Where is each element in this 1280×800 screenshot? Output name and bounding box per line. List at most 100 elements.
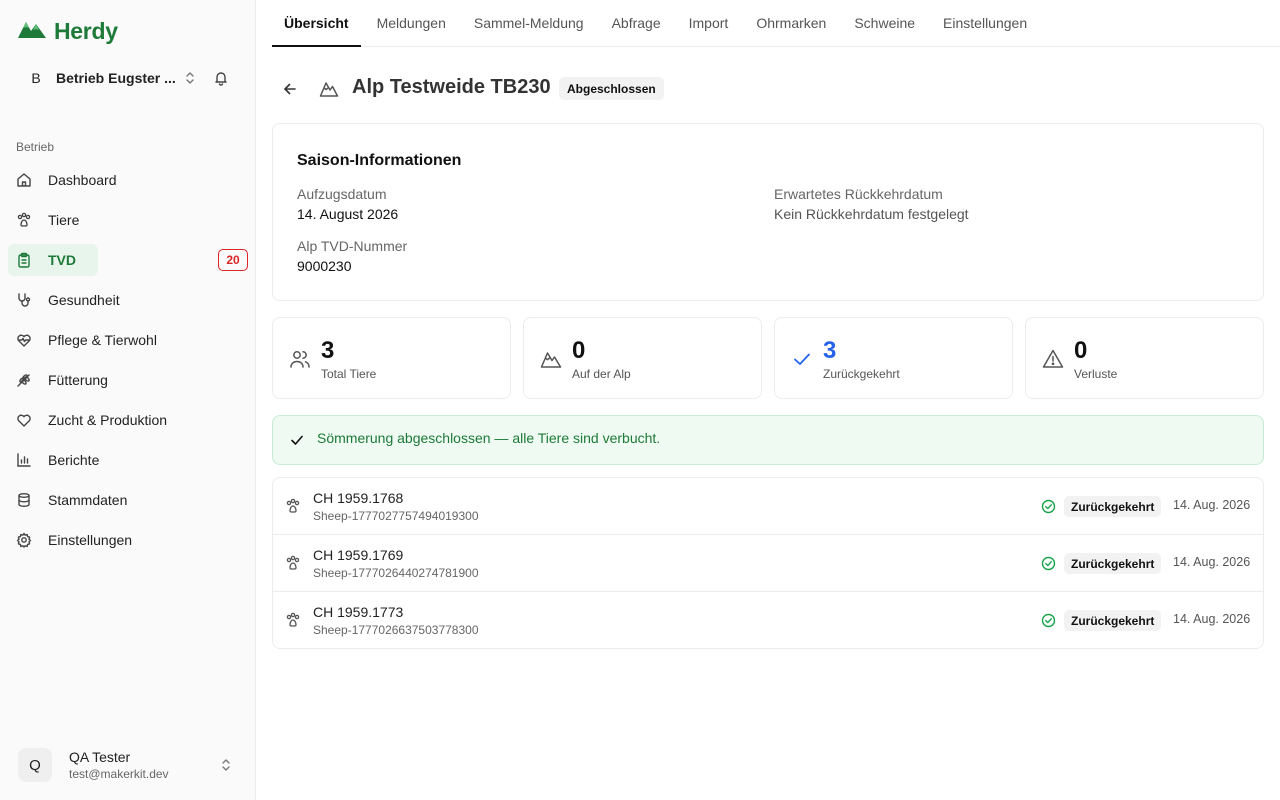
return-date: 14. Aug. 2026 xyxy=(1173,498,1251,512)
check-icon xyxy=(791,348,813,375)
tenant-switcher[interactable]: B Betrieb Eugster ... xyxy=(24,64,240,92)
stat-card-losses: 0 Verluste xyxy=(1025,317,1264,399)
sidebar-item-berichte[interactable]: Berichte xyxy=(8,440,252,480)
paw-icon xyxy=(16,212,32,228)
list-item[interactable]: CH 1959.1769 Sheep-1777026440274781900 Z… xyxy=(273,535,1263,592)
season-info-card: Saison-Informationen Aufzugsdatum 14. Au… xyxy=(272,123,1264,301)
sidebar-item-gesundheit[interactable]: Gesundheit xyxy=(8,280,252,320)
animal-sub-id: Sheep-1777027757494019300 xyxy=(313,509,479,523)
animal-sub-id: Sheep-1777026440274781900 xyxy=(313,566,479,580)
tab-uebersicht[interactable]: Übersicht xyxy=(272,0,361,47)
tab-abfrage[interactable]: Abfrage xyxy=(600,0,673,46)
sidebar-item-label: Berichte xyxy=(48,452,100,468)
check-circle-icon xyxy=(1041,499,1056,519)
ascent-date-label: Aufzugsdatum xyxy=(297,186,387,202)
check-circle-icon xyxy=(1041,556,1056,576)
list-item[interactable]: CH 1959.1768 Sheep-1777027757494019300 Z… xyxy=(273,478,1263,535)
completion-alert: Sömmerung abgeschlossen — alle Tiere sin… xyxy=(272,415,1264,465)
stat-label: Total Tiere xyxy=(321,367,377,381)
status-badge: Zurückgekehrt xyxy=(1064,610,1162,631)
tab-ohrmarken[interactable]: Ohrmarken xyxy=(744,0,838,46)
return-date: 14. Aug. 2026 xyxy=(1173,612,1251,626)
return-date-label: Erwartetes Rückkehrdatum xyxy=(774,186,943,202)
heart-pulse-icon xyxy=(16,332,32,348)
home-icon xyxy=(16,172,32,188)
tab-sammel-meldung[interactable]: Sammel-Meldung xyxy=(462,0,596,46)
user-name: QA Tester xyxy=(69,749,131,765)
heart-icon xyxy=(16,412,32,428)
stat-value: 3 xyxy=(321,337,335,364)
sidebar-item-stammdaten[interactable]: Stammdaten xyxy=(8,480,252,520)
check-circle-icon xyxy=(1041,613,1056,633)
warning-icon xyxy=(1042,348,1064,375)
animal-list: CH 1959.1768 Sheep-1777027757494019300 Z… xyxy=(272,477,1264,649)
sidebar-item-pflege[interactable]: Pflege & Tierwohl xyxy=(8,320,252,360)
sidebar-item-label: Dashboard xyxy=(48,172,117,188)
mountain-icon xyxy=(540,348,562,375)
user-menu[interactable]: Q QA Tester test@makerkit.dev xyxy=(18,746,246,784)
stat-label: Zurückgekehrt xyxy=(823,367,900,381)
clipboard-icon xyxy=(16,252,32,268)
mountain-icon xyxy=(319,79,339,104)
back-arrow-icon[interactable] xyxy=(280,79,300,99)
animal-id: CH 1959.1773 xyxy=(313,604,404,620)
stat-label: Auf der Alp xyxy=(572,367,631,381)
list-item[interactable]: CH 1959.1773 Sheep-1777026637503778300 Z… xyxy=(273,592,1263,648)
tab-import[interactable]: Import xyxy=(677,0,741,46)
app-logo[interactable]: Herdy xyxy=(18,18,118,45)
sidebar: Herdy B Betrieb Eugster ... Betrieb Dash… xyxy=(0,0,256,800)
tenant-avatar: B xyxy=(31,70,41,86)
sidebar-item-label: Fütterung xyxy=(48,372,108,388)
return-date: 14. Aug. 2026 xyxy=(1173,555,1251,569)
gear-icon xyxy=(16,532,32,548)
sidebar-item-fuetterung[interactable]: Fütterung xyxy=(8,360,252,400)
chevrons-up-down-icon xyxy=(184,70,196,91)
tvd-number-label: Alp TVD-Nummer xyxy=(297,238,408,254)
stat-value: 0 xyxy=(572,337,586,364)
sidebar-item-tvd[interactable]: TVD 20 xyxy=(8,240,252,280)
sidebar-item-zucht[interactable]: Zucht & Produktion xyxy=(8,400,252,440)
ascent-date-value: 14. August 2026 xyxy=(297,206,399,222)
app-name: Herdy xyxy=(54,18,118,44)
sidebar-item-label: Pflege & Tierwohl xyxy=(48,332,157,348)
stethoscope-icon xyxy=(16,292,32,308)
stat-value: 0 xyxy=(1074,337,1088,364)
tvd-tabs: Übersicht Meldungen Sammel-Meldung Abfra… xyxy=(272,0,1280,47)
stat-card-returned: 3 Zurückgekehrt xyxy=(774,317,1013,399)
mountain-logo-icon xyxy=(18,19,46,44)
tab-schweine[interactable]: Schweine xyxy=(842,0,927,46)
tvd-count-badge: 20 xyxy=(218,249,248,271)
sidebar-item-label: Zucht & Produktion xyxy=(48,412,168,428)
sidebar-item-tiere[interactable]: Tiere xyxy=(8,200,252,240)
sidebar-item-einstellungen[interactable]: Einstellungen xyxy=(8,520,252,560)
animal-sub-id: Sheep-1777026637503778300 xyxy=(313,623,479,637)
stat-label: Verluste xyxy=(1074,367,1118,381)
sidebar-item-label: Tiere xyxy=(48,212,80,228)
database-icon xyxy=(16,492,32,508)
check-icon xyxy=(289,432,305,453)
stat-card-total: 3 Total Tiere xyxy=(272,317,511,399)
paw-icon xyxy=(285,555,301,576)
sidebar-item-label: Einstellungen xyxy=(48,532,133,548)
wheat-icon xyxy=(16,372,32,388)
users-icon xyxy=(289,348,311,375)
bell-icon[interactable] xyxy=(213,70,229,91)
stat-card-on-alp: 0 Auf der Alp xyxy=(523,317,762,399)
paw-icon xyxy=(285,612,301,633)
sidebar-item-label: Stammdaten xyxy=(48,492,128,508)
status-badge: Zurückgekehrt xyxy=(1064,496,1162,517)
sidebar-section-label: Betrieb xyxy=(16,140,55,154)
sidebar-nav: Dashboard Tiere TVD 20 Gesundheit Pflege… xyxy=(8,160,252,560)
animal-id: CH 1959.1769 xyxy=(313,547,404,563)
animal-id: CH 1959.1768 xyxy=(313,490,404,506)
avatar: Q xyxy=(18,748,52,782)
tab-einstellungen[interactable]: Einstellungen xyxy=(931,0,1039,46)
stat-value: 3 xyxy=(823,337,837,364)
season-info-title: Saison-Informationen xyxy=(297,152,462,169)
sidebar-item-dashboard[interactable]: Dashboard xyxy=(8,160,252,200)
status-badge: Abgeschlossen xyxy=(559,77,664,100)
tenant-name: Betrieb Eugster ... xyxy=(56,70,176,86)
paw-icon xyxy=(285,498,301,519)
return-date-value: Kein Rückkehrdatum festgelegt xyxy=(774,206,969,222)
tab-meldungen[interactable]: Meldungen xyxy=(365,0,458,46)
